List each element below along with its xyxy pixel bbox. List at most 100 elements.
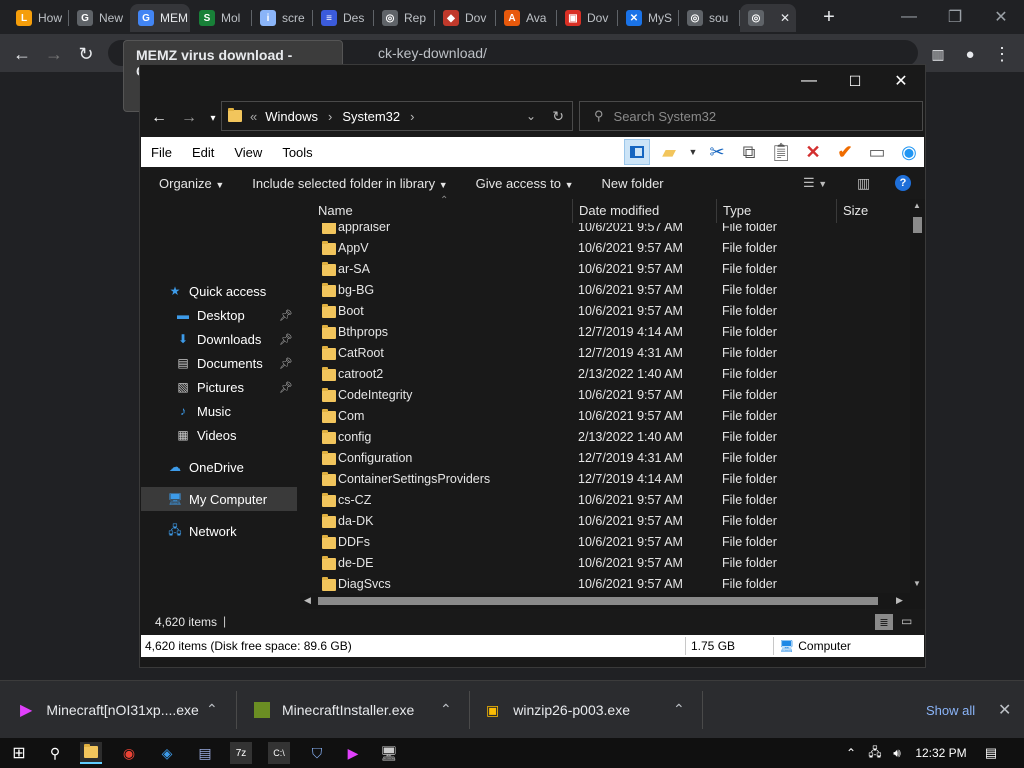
file-row[interactable]: bg-BG 10/6/2021 9:57 AM File folder: [300, 280, 910, 301]
volume-tray-icon[interactable]: 🔊︎: [886, 742, 908, 764]
close-icon[interactable]: ✕: [978, 0, 1024, 34]
browser-tab[interactable]: ◎ Rep: [374, 4, 434, 32]
browser-tab[interactable]: i scre: [252, 4, 312, 32]
nav-videos[interactable]: ▦ Videos: [141, 423, 297, 447]
explorer-back-icon[interactable]: ←: [148, 107, 170, 129]
explorer-search-box[interactable]: ⚲ Search System32: [579, 101, 923, 131]
installer-taskbar-icon[interactable]: ▶: [342, 742, 364, 764]
nav-documents[interactable]: ▤ Documents 📌︎: [141, 351, 297, 375]
dropdown-icon[interactable]: ▼: [688, 139, 698, 165]
menu-view[interactable]: View: [224, 145, 272, 160]
cut-icon[interactable]: ✂: [704, 139, 730, 165]
details-view-icon[interactable]: ≣: [875, 614, 893, 630]
tab-close-icon[interactable]: ✕: [780, 11, 790, 25]
notification-center-icon[interactable]: ▤: [980, 742, 1002, 764]
breadcrumb-system32[interactable]: System32: [342, 109, 400, 124]
file-row[interactable]: DDFs 10/6/2021 9:57 AM File folder: [300, 532, 910, 553]
globe-icon[interactable]: ◉: [896, 139, 922, 165]
include-in-library-button[interactable]: Include selected folder in library ▼: [242, 176, 457, 191]
browser-tab[interactable]: ▣ Dov: [557, 4, 617, 32]
address-dropdown-icon[interactable]: ⌄: [526, 109, 536, 123]
file-row[interactable]: ar-SA 10/6/2021 9:57 AM File folder: [300, 259, 910, 280]
profile-icon[interactable]: ●: [956, 40, 984, 68]
show-all-downloads-button[interactable]: Show all: [926, 681, 975, 739]
nav-downloads[interactable]: ⬇ Downloads 📌︎: [141, 327, 297, 351]
properties-icon[interactable]: ▭: [864, 139, 890, 165]
nav-quick-access[interactable]: ★ Quick access: [141, 279, 297, 303]
scroll-right-icon[interactable]: ▶: [896, 595, 903, 606]
shield-taskbar-icon[interactable]: ⛉: [306, 742, 328, 764]
reload-icon[interactable]: ↻: [72, 40, 100, 68]
chrome-taskbar-icon[interactable]: ◉: [118, 742, 140, 764]
browser-tab[interactable]: S Mol: [191, 4, 251, 32]
restore-icon[interactable]: ❐: [932, 0, 978, 34]
file-row[interactable]: da-DK 10/6/2021 9:57 AM File folder: [300, 511, 910, 532]
vertical-scroll-thumb[interactable]: [913, 217, 922, 233]
start-windows-icon[interactable]: ⊞: [8, 742, 30, 764]
file-row[interactable]: de-DE 10/6/2021 9:57 AM File folder: [300, 553, 910, 574]
minimize-icon[interactable]: —: [886, 0, 932, 34]
explorer-maximize-icon[interactable]: ☐: [832, 65, 878, 97]
col-name[interactable]: Name: [318, 203, 353, 218]
browser-tab[interactable]: G New: [69, 4, 129, 32]
browser-tab[interactable]: ✕ MyS: [618, 4, 678, 32]
browser-tab[interactable]: ◆ Dov: [435, 4, 495, 32]
copy-icon[interactable]: ⧉: [736, 139, 762, 165]
chevron-up-icon[interactable]: ⌃: [206, 701, 218, 718]
file-row[interactable]: DiagSvcs 10/6/2021 9:57 AM File folder: [300, 574, 910, 593]
file-row[interactable]: catroot2 2/13/2022 1:40 AM File folder: [300, 364, 910, 385]
back-icon[interactable]: ←: [8, 40, 36, 68]
network-tray-icon[interactable]: 🖧︎: [864, 742, 886, 764]
preview-pane-icon[interactable]: ▥: [857, 175, 870, 192]
refresh-icon[interactable]: ↻: [552, 108, 564, 125]
col-type[interactable]: Type: [723, 203, 751, 218]
pin-icon[interactable]: 📌︎: [279, 381, 293, 394]
explorer-close-icon[interactable]: ✕: [878, 65, 924, 97]
file-row[interactable]: config 2/13/2022 1:40 AM File folder: [300, 427, 910, 448]
file-row[interactable]: cs-CZ 10/6/2021 9:57 AM File folder: [300, 490, 910, 511]
breadcrumb-windows[interactable]: Windows: [265, 109, 318, 124]
file-row[interactable]: ContainerSettingsProviders 12/7/2019 4:14…: [300, 469, 910, 490]
help-icon[interactable]: ?: [895, 175, 911, 191]
nav-network[interactable]: 🖧︎ Network: [141, 519, 297, 543]
computer-taskbar-icon[interactable]: 🖥︎: [378, 742, 400, 764]
scroll-down-icon[interactable]: ▼: [913, 579, 921, 588]
file-row[interactable]: Configuration 12/7/2019 4:31 AM File folde…: [300, 448, 910, 469]
file-row[interactable]: CatRoot 12/7/2019 4:31 AM File folder: [300, 343, 910, 364]
nav-my-computer[interactable]: 🖥︎ My Computer: [141, 487, 297, 511]
browser-tab[interactable]: ◎ sou: [679, 4, 739, 32]
nav-onedrive[interactable]: ☁ OneDrive: [141, 455, 297, 479]
pin-icon[interactable]: 📌︎: [279, 309, 293, 322]
pin-icon[interactable]: 📌︎: [279, 333, 293, 346]
browser-tab[interactable]: ◎ ✕: [740, 4, 796, 32]
file-row[interactable]: Bthprops 12/7/2019 4:14 AM File folder: [300, 322, 910, 343]
nav-music[interactable]: ♪ Music: [141, 399, 297, 423]
new-folder-button[interactable]: New folder: [591, 176, 673, 191]
download-item[interactable]: ▣ winzip26-p003.exe: [486, 681, 630, 739]
horizontal-scroll-thumb[interactable]: [318, 597, 878, 605]
nav-pictures[interactable]: ▧ Pictures 📌︎: [141, 375, 297, 399]
menu-tools[interactable]: Tools: [272, 145, 322, 160]
delete-icon[interactable]: ✕: [800, 139, 826, 165]
scroll-up-icon[interactable]: ▲: [913, 201, 921, 210]
vertical-scrollbar[interactable]: ▲ ▼: [910, 199, 925, 593]
clock[interactable]: 12:32 PM: [912, 742, 970, 764]
close-download-shelf-button[interactable]: ✕: [998, 681, 1011, 739]
tray-chevron-up-icon[interactable]: ⌃: [840, 742, 862, 764]
menu-edit[interactable]: Edit: [182, 145, 224, 160]
pin-icon[interactable]: 📌︎: [279, 357, 293, 370]
browser-tab[interactable]: A Ava: [496, 4, 556, 32]
horizontal-scrollbar[interactable]: ◀ ▶: [300, 593, 925, 609]
forward-icon[interactable]: →: [40, 40, 68, 68]
layout-pane-icon[interactable]: [624, 139, 650, 165]
give-access-button[interactable]: Give access to ▼: [466, 176, 584, 191]
explorer-address-bar[interactable]: « Windows › System32 › ⌄ ↻: [221, 101, 573, 131]
chevron-up-icon[interactable]: ⌃: [440, 701, 452, 718]
cmd-taskbar-icon[interactable]: C:\: [268, 742, 290, 764]
file-row[interactable]: CodeIntegrity 10/6/2021 9:57 AM File folde…: [300, 385, 910, 406]
file-row[interactable]: Com 10/6/2021 9:57 AM File folder: [300, 406, 910, 427]
browser-tab[interactable]: G MEM: [130, 4, 190, 32]
app-taskbar-icon[interactable]: ◈: [156, 742, 178, 764]
explorer-minimize-icon[interactable]: —: [786, 65, 832, 97]
paste-icon[interactable]: 📋︎: [768, 139, 794, 165]
